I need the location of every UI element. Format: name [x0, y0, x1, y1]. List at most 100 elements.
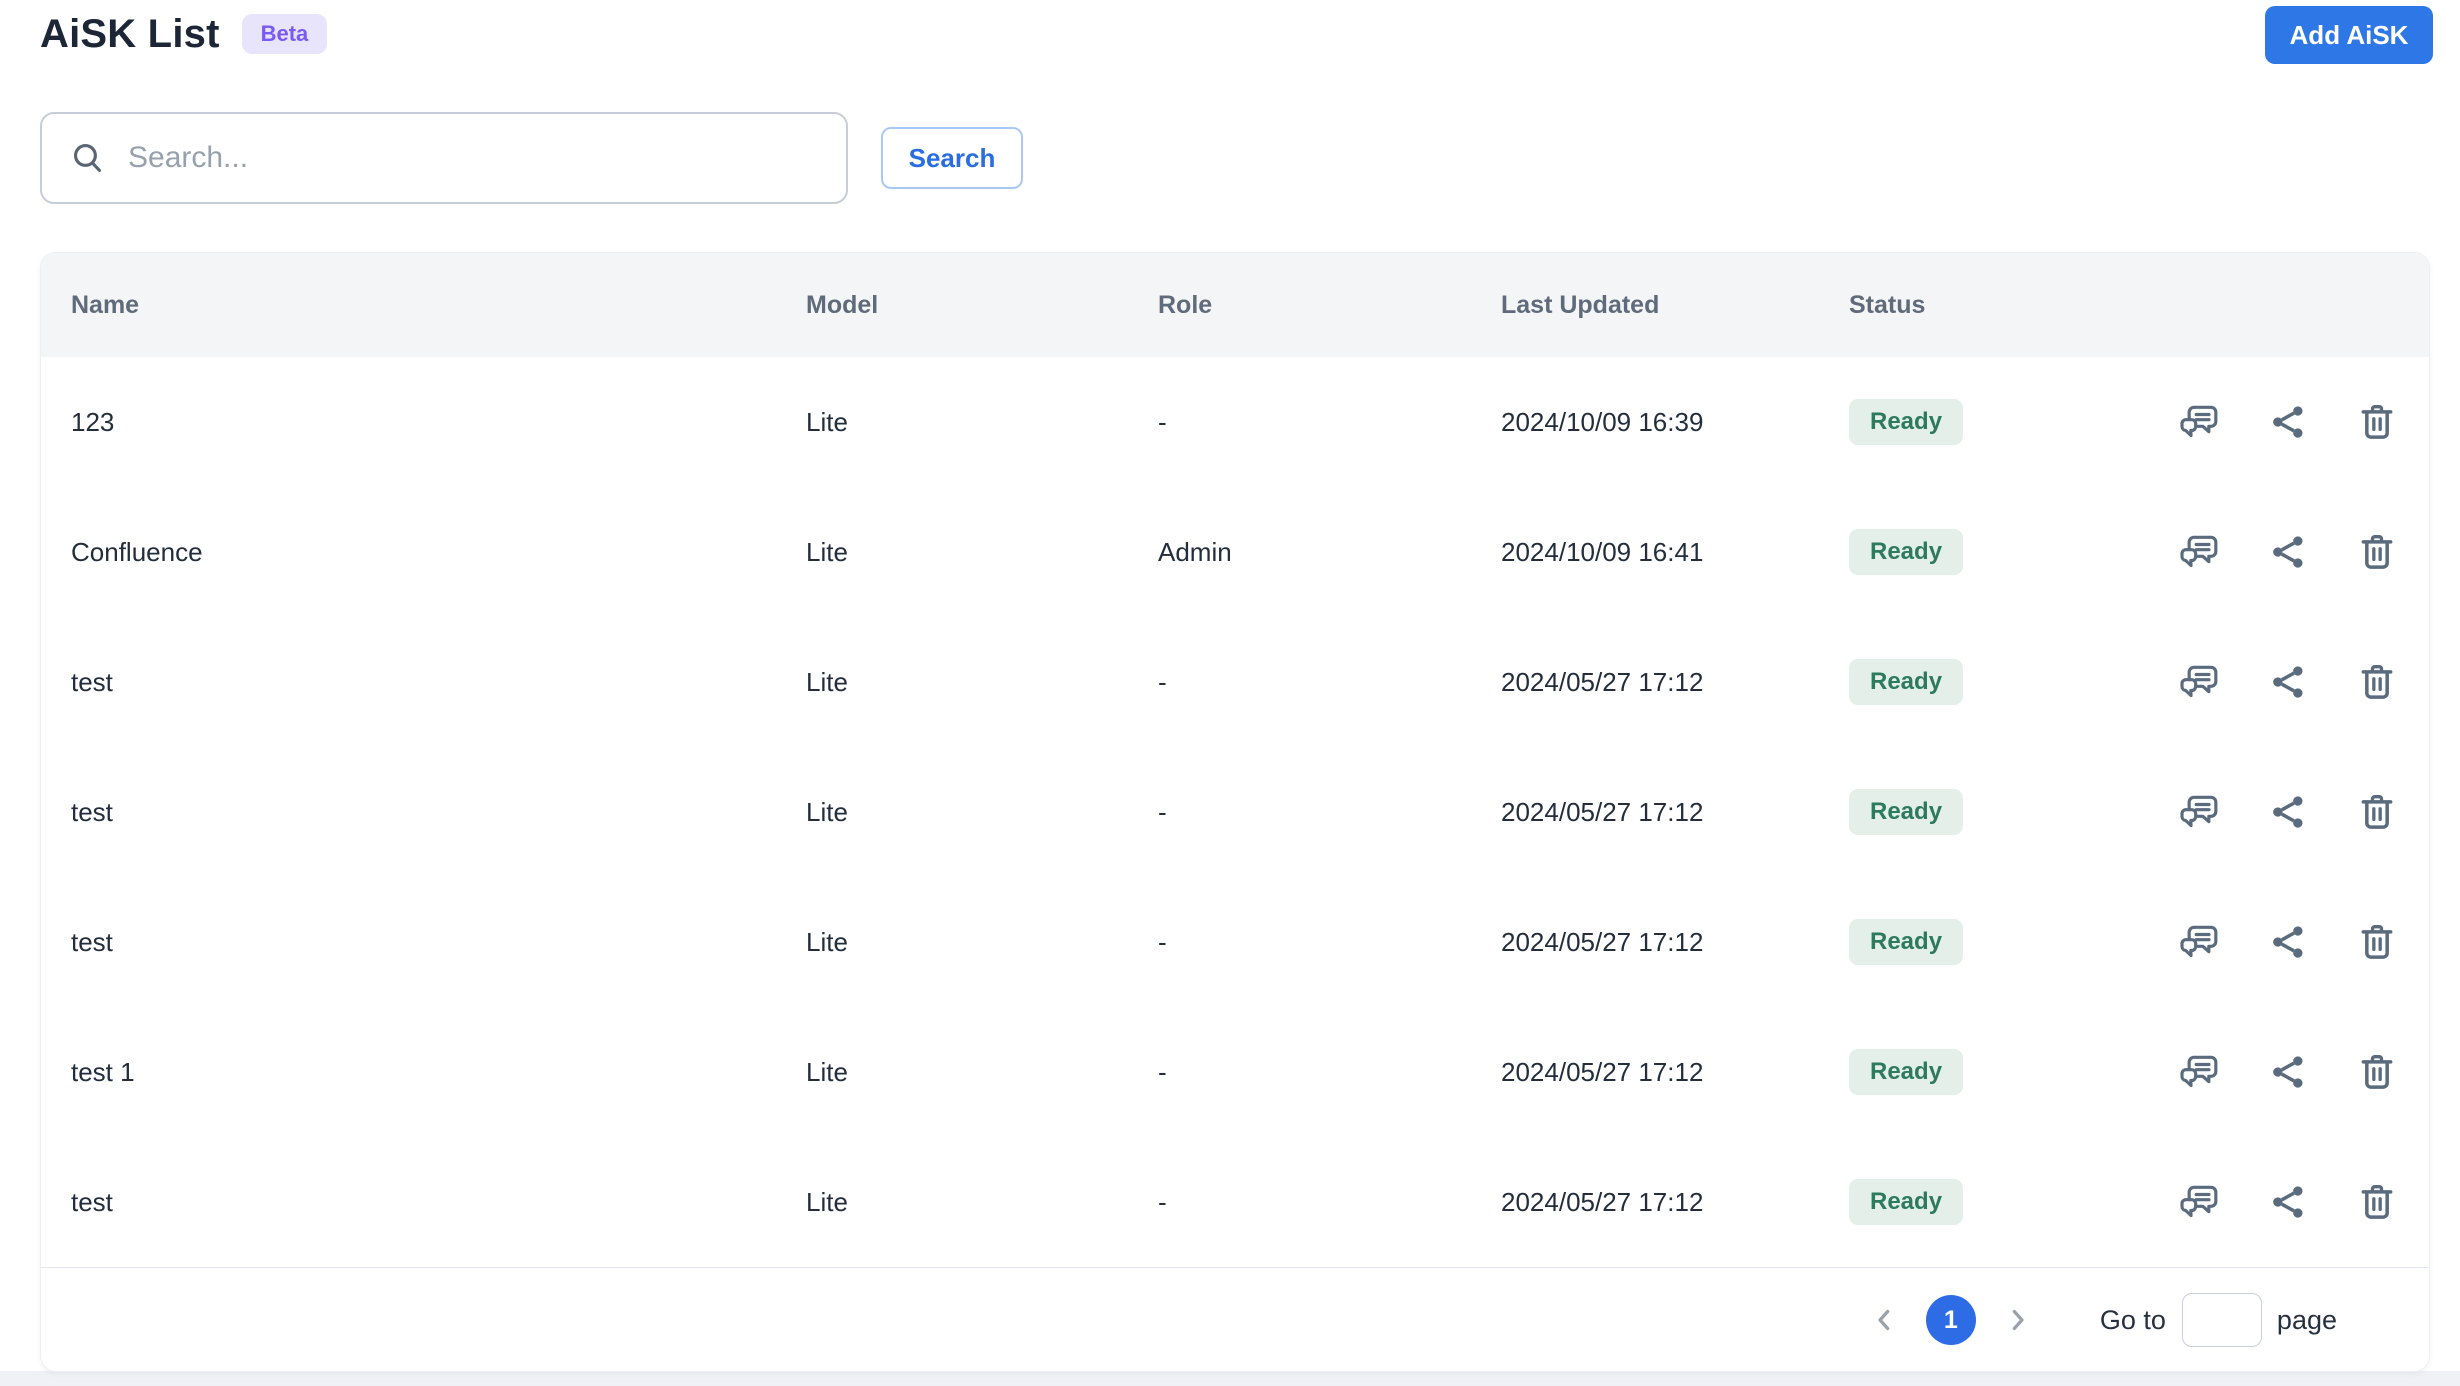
- cell-name: test: [71, 796, 113, 827]
- trash-icon[interactable]: [2357, 662, 2397, 702]
- cell-model: Lite: [806, 1186, 848, 1217]
- page-label: page: [2276, 1304, 2337, 1335]
- search-input[interactable]: [128, 114, 846, 202]
- add-aisk-button[interactable]: Add AiSK: [2265, 6, 2433, 64]
- chat-icon[interactable]: [2179, 792, 2219, 832]
- trash-icon[interactable]: [2357, 402, 2397, 442]
- column-header-status: Status: [1849, 290, 1926, 319]
- chat-icon: [2179, 922, 2219, 962]
- search-button[interactable]: Search: [881, 127, 1023, 189]
- column-header-model: Model: [806, 290, 879, 319]
- status-badge: Ready: [1849, 1049, 1964, 1095]
- cell-last-updated: 2024/10/09 16:41: [1501, 536, 1704, 567]
- table-body: 123 Lite - 2024/10/09 16:39 Ready Conflu: [41, 357, 2429, 1267]
- status-badge: Ready: [1849, 659, 1964, 705]
- search-box[interactable]: [40, 112, 848, 204]
- cell-model: Lite: [806, 1056, 848, 1087]
- share-icon: [2268, 662, 2308, 702]
- cell-status: Ready: [1849, 789, 2179, 835]
- column-header-role: Role: [1158, 290, 1213, 319]
- trash-icon: [2357, 532, 2397, 572]
- row-actions: [2179, 662, 2397, 702]
- trash-icon[interactable]: [2357, 1182, 2397, 1222]
- cell-name: 123: [71, 406, 115, 437]
- chat-icon: [2179, 1052, 2219, 1092]
- cell-last-updated: 2024/05/27 17:12: [1501, 666, 1704, 697]
- share-icon: [2268, 402, 2308, 442]
- chat-icon[interactable]: [2179, 532, 2219, 572]
- trash-icon: [2357, 1182, 2397, 1222]
- row-actions: [2179, 1182, 2397, 1222]
- pagination-page-1-button[interactable]: 1: [1925, 1295, 1976, 1345]
- share-icon[interactable]: [2268, 402, 2308, 442]
- cell-status: Ready: [1849, 919, 2179, 965]
- table-row[interactable]: test Lite - 2024/05/27 17:12 Ready: [41, 747, 2429, 877]
- cell-name: test: [71, 666, 113, 697]
- goto-page-input[interactable]: [2181, 1293, 2262, 1347]
- column-header-name: Name: [71, 290, 140, 319]
- cell-status: Ready: [1849, 399, 2179, 445]
- page-background-strip: [0, 1371, 2460, 1386]
- aisk-table-card: Name Model Role Last Updated Status 123 …: [40, 252, 2430, 1372]
- chat-icon[interactable]: [2179, 402, 2219, 442]
- search-row: Search: [40, 112, 2430, 204]
- cell-last-updated: 2024/05/27 17:12: [1501, 796, 1704, 827]
- status-badge: Ready: [1849, 399, 1964, 445]
- row-actions: [2179, 532, 2397, 572]
- status-badge: Ready: [1849, 529, 1964, 575]
- column-header-last-updated: Last Updated: [1501, 290, 1660, 319]
- cell-role: -: [1158, 1056, 1167, 1087]
- share-icon[interactable]: [2268, 662, 2308, 702]
- page-title: AiSK List: [40, 11, 220, 56]
- table-footer: 1 Go to page: [41, 1267, 2429, 1371]
- trash-icon: [2357, 662, 2397, 702]
- table-row[interactable]: Confluence Lite Admin 2024/10/09 16:41 R…: [41, 487, 2429, 617]
- trash-icon[interactable]: [2357, 792, 2397, 832]
- chat-icon[interactable]: [2179, 1182, 2219, 1222]
- table-header-row: Name Model Role Last Updated Status: [41, 253, 2429, 357]
- chat-icon[interactable]: [2179, 922, 2219, 962]
- share-icon: [2268, 1052, 2308, 1092]
- share-icon: [2268, 1182, 2308, 1222]
- pagination-next-button[interactable]: [1998, 1300, 2038, 1340]
- trash-icon[interactable]: [2357, 1052, 2397, 1092]
- chat-icon[interactable]: [2179, 662, 2219, 702]
- trash-icon[interactable]: [2357, 532, 2397, 572]
- trash-icon: [2357, 1052, 2397, 1092]
- share-icon[interactable]: [2268, 1182, 2308, 1222]
- share-icon[interactable]: [2268, 922, 2308, 962]
- cell-last-updated: 2024/05/27 17:12: [1501, 1056, 1704, 1087]
- row-actions: [2179, 1052, 2397, 1092]
- chevron-right-icon: [2001, 1303, 2035, 1337]
- table-row[interactable]: test Lite - 2024/05/27 17:12 Ready: [41, 877, 2429, 1007]
- chat-icon: [2179, 1182, 2219, 1222]
- cell-name: Confluence: [71, 536, 203, 567]
- chat-icon: [2179, 532, 2219, 572]
- row-actions: [2179, 402, 2397, 442]
- share-icon[interactable]: [2268, 792, 2308, 832]
- table-row[interactable]: test Lite - 2024/05/27 17:12 Ready: [41, 1137, 2429, 1267]
- chevron-left-icon: [1867, 1303, 1901, 1337]
- goto-label: Go to: [2099, 1304, 2166, 1335]
- chat-icon: [2179, 792, 2219, 832]
- table-row[interactable]: test 1 Lite - 2024/05/27 17:12 Ready: [41, 1007, 2429, 1137]
- row-actions: [2179, 792, 2397, 832]
- cell-name: test: [71, 1186, 113, 1217]
- chat-icon: [2179, 402, 2219, 442]
- trash-icon: [2357, 922, 2397, 962]
- trash-icon[interactable]: [2357, 922, 2397, 962]
- chat-icon[interactable]: [2179, 1052, 2219, 1092]
- cell-role: -: [1158, 406, 1167, 437]
- share-icon[interactable]: [2268, 1052, 2308, 1092]
- cell-last-updated: 2024/10/09 16:39: [1501, 406, 1704, 437]
- pagination-prev-button[interactable]: [1864, 1300, 1904, 1340]
- cell-model: Lite: [806, 406, 848, 437]
- share-icon[interactable]: [2268, 532, 2308, 572]
- cell-last-updated: 2024/05/27 17:12: [1501, 1186, 1704, 1217]
- cell-name: test 1: [71, 1056, 135, 1087]
- cell-model: Lite: [806, 666, 848, 697]
- table-row[interactable]: 123 Lite - 2024/10/09 16:39 Ready: [41, 357, 2429, 487]
- table-row[interactable]: test Lite - 2024/05/27 17:12 Ready: [41, 617, 2429, 747]
- cell-role: -: [1158, 796, 1167, 827]
- cell-model: Lite: [806, 796, 848, 827]
